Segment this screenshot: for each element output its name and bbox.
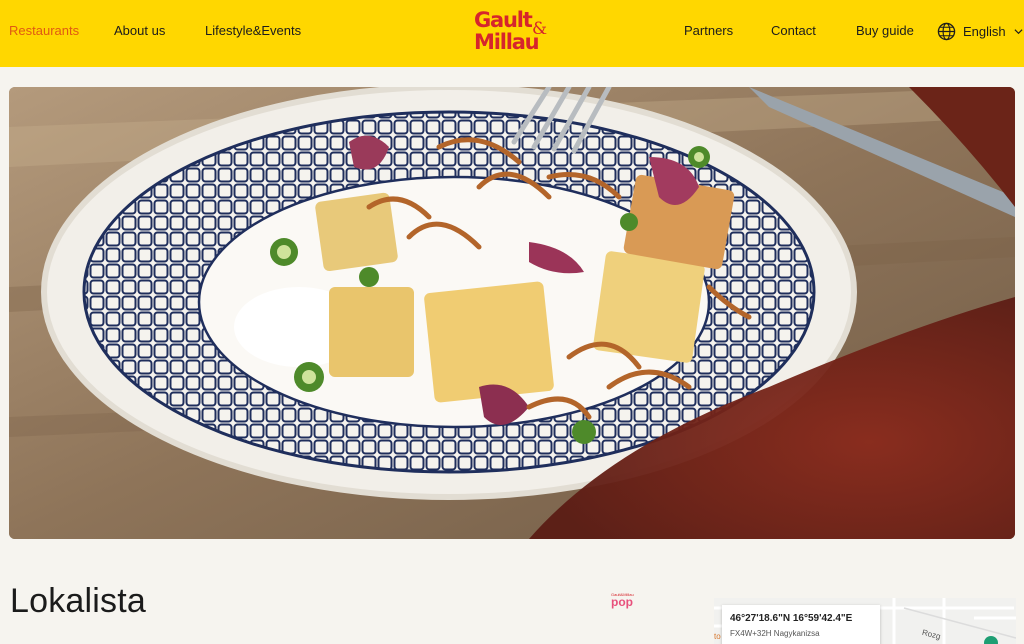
nav-link-about-us[interactable]: About us [114, 23, 165, 38]
pop-badge-word: pop [611, 595, 633, 609]
hero-food-photo [9, 87, 1015, 539]
nav-link-buy-guide[interactable]: Buy guide [856, 23, 914, 38]
map-plus-code: FX4W+32H Nagykanizsa [730, 629, 820, 638]
map-info-card: 46°27'18.6"N 16°59'42.4"E FX4W+32H Nagyk… [722, 605, 880, 644]
map-edge-label: to [714, 632, 721, 641]
nav-link-lifestyle-events[interactable]: Lifestyle&Events [205, 23, 301, 38]
nav-link-partners[interactable]: Partners [684, 23, 733, 38]
nav-link-restaurants[interactable]: Restaurants [9, 23, 79, 38]
gault-millau-logo[interactable]: Gault & Millau [474, 9, 554, 55]
restaurant-name-heading: Lokalista [10, 582, 146, 620]
food-plate-illustration [9, 87, 1015, 539]
chevron-down-icon [1014, 28, 1023, 34]
language-selector[interactable]: English [937, 21, 1023, 41]
logo-line-millau: Millau [474, 30, 540, 54]
gault-millau-pop-badge: Gault&Millau pop [610, 592, 636, 610]
map-coordinates: 46°27'18.6"N 16°59'42.4"E [730, 613, 853, 624]
logo-line-gault: Gault [474, 8, 533, 32]
language-label: English [963, 23, 1006, 39]
nav-link-contact[interactable]: Contact [771, 23, 816, 38]
globe-icon [937, 22, 956, 40]
map-pin-icon[interactable] [984, 636, 998, 644]
top-navigation-bar: Restaurants About us Lifestyle&Events Ga… [0, 0, 1024, 67]
location-map[interactable]: to 46°27'18.6"N 16°59'42.4"E FX4W+32H Na… [714, 598, 1016, 644]
